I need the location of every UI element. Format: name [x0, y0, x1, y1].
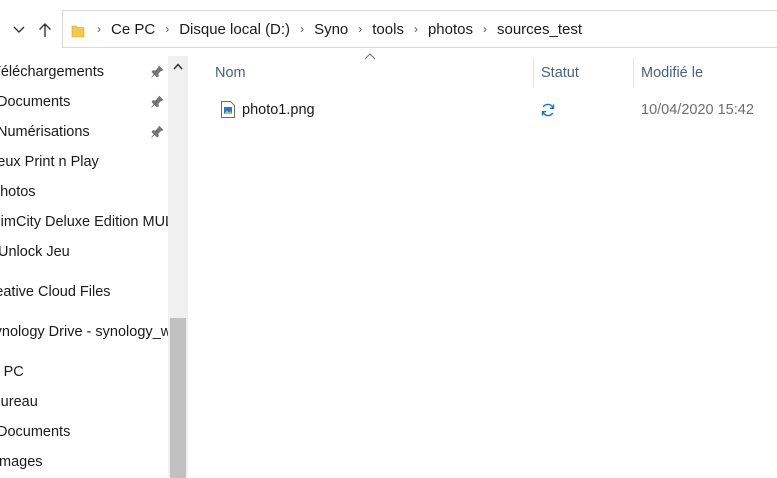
sidebar-item-label: Téléchargements	[0, 64, 105, 80]
sidebar-item-label: Synology Drive - synology_w	[0, 324, 168, 340]
breadcrumb-chevron-icon: ›	[97, 22, 101, 36]
sidebar-item-unlock-jeu[interactable]: Unlock Jeu	[0, 237, 70, 267]
sort-ascending-icon	[364, 53, 376, 60]
breadcrumb-item-tools[interactable]: tools	[368, 21, 408, 38]
breadcrumb-item-sources-test[interactable]: sources_test	[493, 21, 586, 38]
sidebar-item-creative-cloud[interactable]: Creative Cloud Files	[0, 277, 111, 307]
sidebar-item-label: Ce PC	[0, 364, 24, 380]
sidebar-item-label: Bureau	[0, 394, 38, 410]
file-name: photo1.png	[242, 102, 315, 118]
pin-icon	[151, 95, 164, 108]
chevron-down-icon	[13, 26, 25, 33]
breadcrumb-chevron-icon: ›	[165, 22, 170, 36]
sidebar-item-label: Jeux Print n Play	[0, 154, 99, 170]
sidebar-item-label: Unlock Jeu	[0, 244, 70, 260]
sidebar-item-numerisations[interactable]: Numérisations	[0, 117, 90, 147]
file-row[interactable]: photo1.png 10/04/2020 15:42	[214, 95, 777, 125]
sidebar-item-ce-pc[interactable]: Ce PC	[0, 357, 24, 387]
sidebar-item-label: Images	[0, 454, 43, 470]
recent-locations-button[interactable]	[8, 14, 30, 46]
sidebar-item-images[interactable]: Images	[0, 447, 43, 477]
sidebar-item-telechargements[interactable]: Téléchargements	[0, 57, 104, 87]
sidebar-item-label: SimCity Deluxe Edition MUL	[0, 214, 168, 230]
sidebar-item-photos[interactable]: photos	[0, 177, 36, 207]
chevron-up-icon	[173, 62, 183, 69]
sidebar-item-label: photos	[0, 184, 36, 200]
breadcrumb-chevron-icon: ›	[413, 22, 418, 36]
sidebar-item-simcity[interactable]: SimCity Deluxe Edition MUL	[0, 207, 168, 237]
up-button[interactable]	[34, 14, 56, 46]
breadcrumb-chevron-icon: ›	[483, 22, 487, 36]
pin-icon	[151, 125, 164, 138]
sidebar-item-documents[interactable]: Documents	[0, 417, 70, 447]
breadcrumb-chevron-icon: ›	[300, 22, 305, 36]
column-header-name[interactable]: Nom	[215, 58, 246, 88]
breadcrumb-item-photos[interactable]: photos	[424, 21, 477, 38]
sidebar-item-bureau[interactable]: Bureau	[0, 387, 38, 417]
sync-icon	[541, 103, 555, 117]
sidebar-item-label: Numérisations	[0, 124, 90, 140]
breadcrumb-chevron-icon: ›	[358, 22, 363, 36]
scroll-up-button[interactable]	[168, 56, 188, 76]
breadcrumb-item-ce-pc[interactable]: Ce PC	[107, 21, 159, 38]
sidebar-item-label: Creative Cloud Files	[0, 284, 111, 300]
address-bar[interactable]: › Ce PC › Disque local (D:) › Syno › too…	[62, 10, 777, 48]
breadcrumb-item-syno[interactable]: Syno	[310, 21, 352, 38]
folder-icon	[71, 23, 85, 38]
sidebar-scrollbar-thumb[interactable]	[170, 318, 186, 478]
pin-icon	[151, 65, 164, 78]
sidebar-item-jeux-print-n-play[interactable]: Jeux Print n Play	[0, 147, 99, 177]
navigation-pane: Téléchargements Documents Numérisations …	[0, 56, 168, 477]
sidebar-item-synology-drive[interactable]: Synology Drive - synology_w	[0, 317, 168, 347]
sidebar-item-documents-pinned[interactable]: Documents	[0, 87, 70, 117]
breadcrumb-item-disque-local[interactable]: Disque local (D:)	[175, 21, 294, 38]
image-file-icon	[221, 101, 235, 118]
sidebar-item-label: Documents	[0, 424, 71, 440]
file-modified-date: 10/04/2020 15:42	[641, 102, 754, 118]
sidebar-item-label: Documents	[0, 94, 71, 110]
column-divider[interactable]	[533, 58, 534, 88]
column-divider[interactable]	[633, 58, 634, 88]
column-header-status[interactable]: Statut	[541, 58, 579, 88]
up-arrow-icon	[39, 23, 51, 37]
column-header-modified[interactable]: Modifié le	[641, 58, 703, 88]
